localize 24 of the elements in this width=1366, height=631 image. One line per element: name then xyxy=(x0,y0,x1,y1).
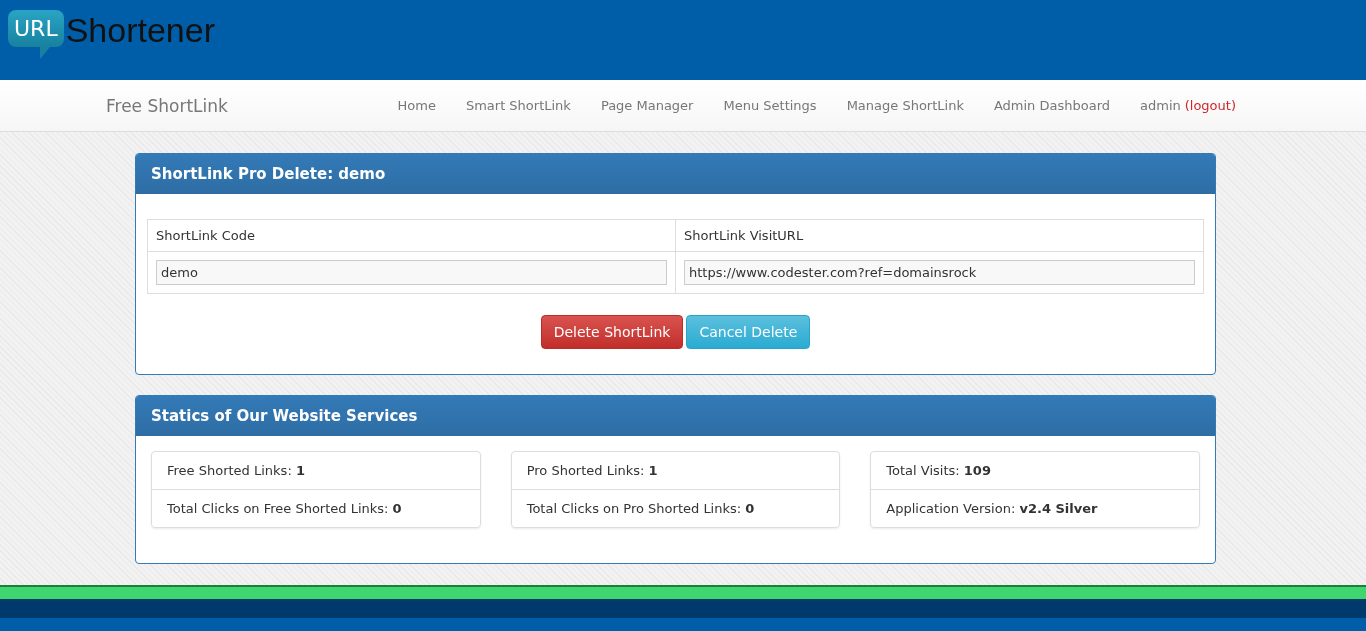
nav-link[interactable]: Smart ShortLink xyxy=(450,98,586,113)
panel-title: Statics of Our Website Services xyxy=(136,396,1215,436)
column-header: ShortLink Code xyxy=(147,219,676,252)
stat-item: Total Visits: 109 xyxy=(885,462,992,480)
panel-title: ShortLink Pro Delete: demo xyxy=(136,154,1215,194)
input-field[interactable]: demo xyxy=(156,260,667,285)
username: admin xyxy=(1140,98,1181,113)
logo-text: Shortener xyxy=(65,10,215,51)
nav-link[interactable]: Page Manager xyxy=(585,98,709,113)
stat-item: Total Clicks on Pro Shorted Links: 0 xyxy=(511,489,840,527)
stat-item: Application Version: v2.4 Silver xyxy=(871,489,1199,527)
stat-item: Total Clicks on Free Shorted Links: 0 xyxy=(152,489,480,527)
input-field[interactable]: https://www.codester.com?ref=domainsrock xyxy=(684,260,1195,285)
column-header: ShortLink VisitURL xyxy=(675,219,1204,252)
stat-item: Free Shorted Links: 1 xyxy=(166,462,306,480)
nav-link[interactable]: Manage ShortLink xyxy=(831,98,979,113)
logout-link[interactable]: (logout) xyxy=(1184,98,1236,113)
nav-link[interactable]: Admin Dashboard xyxy=(978,98,1125,113)
stat-item: Pro Shorted Links: 1 xyxy=(525,462,659,480)
delete-button[interactable]: Delete ShortLink xyxy=(540,315,684,349)
navbar-brand[interactable]: Free ShortLink xyxy=(106,95,228,116)
nav-link[interactable]: Home xyxy=(382,98,451,113)
nav-link[interactable]: Menu Settings xyxy=(708,98,832,113)
cancel-button[interactable]: Cancel Delete xyxy=(686,315,811,349)
